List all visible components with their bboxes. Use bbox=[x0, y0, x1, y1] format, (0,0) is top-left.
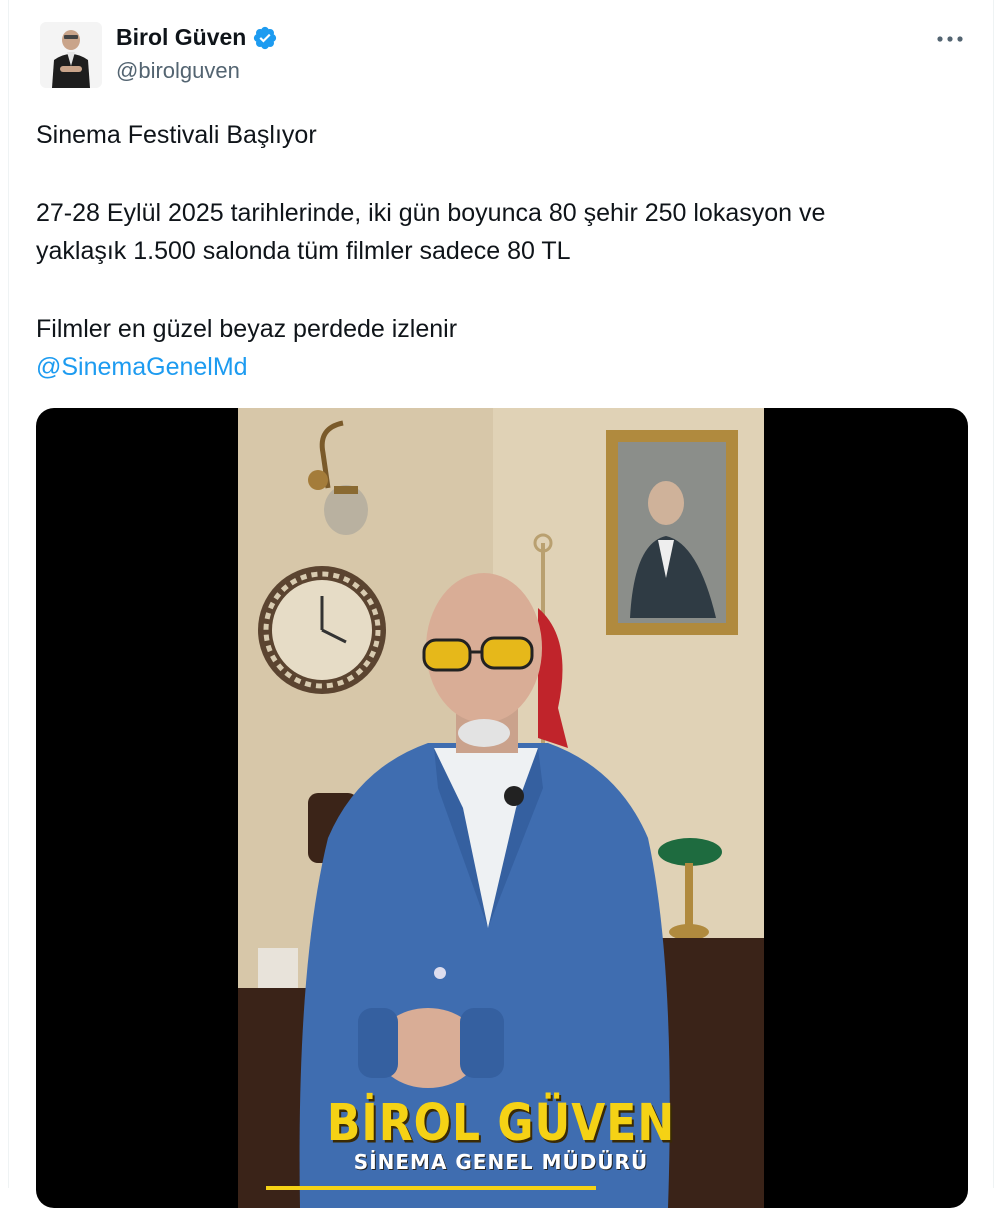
tweet-line-details-1: 27-28 Eylül 2025 tarihlerinde, iki gün b… bbox=[36, 199, 826, 227]
more-horizontal-icon bbox=[937, 36, 963, 42]
display-name[interactable]: Birol Güven bbox=[116, 24, 246, 51]
video-caption-title: SİNEMA GENEL MÜDÜRÜ bbox=[353, 1150, 649, 1174]
person-avatar-icon bbox=[40, 22, 102, 88]
more-options-button[interactable] bbox=[928, 22, 972, 56]
author-handle[interactable]: @birolguven bbox=[116, 58, 240, 84]
verified-badge-icon bbox=[254, 26, 277, 49]
tweet-line-tagline: Filmler en güzel beyaz perdede izlenir bbox=[36, 315, 458, 343]
video-progress-bar[interactable] bbox=[266, 1186, 596, 1190]
video-player[interactable]: BİROL GÜVEN SİNEMA GENEL MÜDÜRÜ bbox=[36, 408, 968, 1208]
tweet-line-headline: Sinema Festivali Başlıyor bbox=[36, 121, 317, 149]
video-frame[interactable]: BİROL GÜVEN SİNEMA GENEL MÜDÜRÜ bbox=[238, 408, 764, 1208]
mention-link[interactable]: @SinemaGenelMd bbox=[36, 353, 248, 381]
tweet-line-details-2: yaklaşık 1.500 salonda tüm filmler sadec… bbox=[36, 237, 571, 265]
avatar[interactable] bbox=[40, 22, 102, 88]
video-still-image bbox=[238, 408, 764, 1208]
author-name-row[interactable]: Birol Güven bbox=[116, 24, 278, 51]
video-caption-name: BİROL GÜVEN bbox=[326, 1094, 676, 1153]
tweet-text: Sinema Festivali Başlıyor 27-28 Eylül 20… bbox=[36, 116, 966, 386]
